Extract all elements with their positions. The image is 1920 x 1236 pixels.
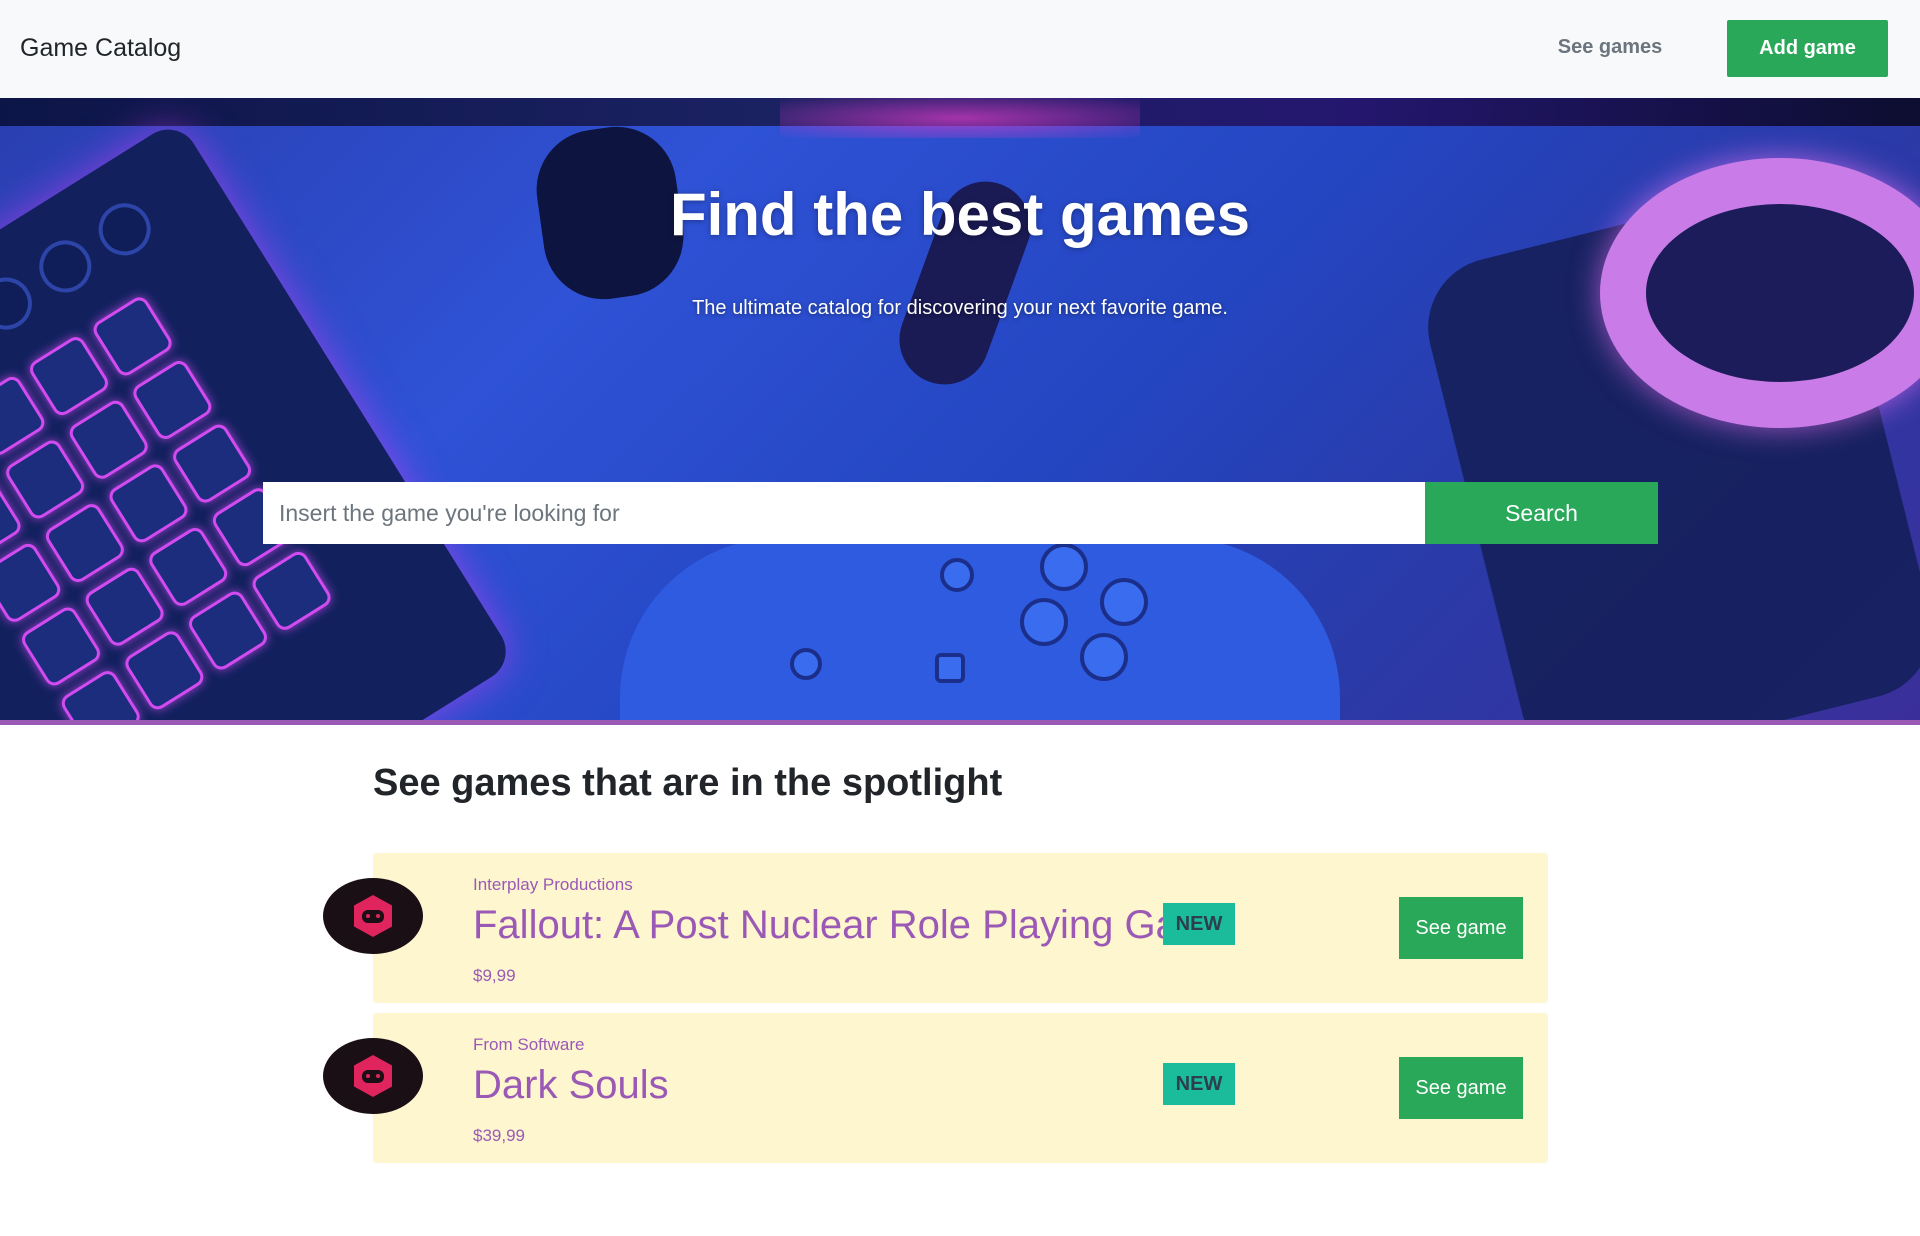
controller-button bbox=[790, 648, 822, 680]
add-game-button[interactable]: Add game bbox=[1727, 20, 1888, 77]
keyboard-key bbox=[169, 420, 255, 507]
game-price: $39,99 bbox=[473, 1126, 525, 1145]
controller-button bbox=[1020, 598, 1068, 646]
spotlight-title: See games that are in the spotlight bbox=[373, 762, 1003, 804]
search-input[interactable] bbox=[263, 482, 1425, 544]
keyboard-key bbox=[248, 548, 335, 634]
hero-banner: Find the best games The ultimate catalog… bbox=[0, 98, 1920, 725]
keyboard-key bbox=[145, 524, 231, 610]
game-price: $9,99 bbox=[473, 966, 516, 985]
see-game-button[interactable]: See game bbox=[1399, 897, 1523, 959]
hero-glow bbox=[780, 98, 1140, 138]
navbar: Game Catalog See games Add game bbox=[0, 0, 1920, 98]
keyboard-key bbox=[26, 333, 112, 419]
game-title: Fallout: A Post Nuclear Role Playing Gam… bbox=[473, 903, 1163, 947]
gamepad-hexagon-icon bbox=[354, 1055, 392, 1097]
keyboard-key bbox=[185, 587, 271, 674]
game-publisher: From Software bbox=[473, 1035, 585, 1054]
game-publisher: Interplay Productions bbox=[473, 875, 633, 894]
new-badge: NEW bbox=[1163, 1063, 1235, 1105]
controller-button bbox=[1080, 633, 1128, 681]
nav-see-games-link[interactable]: See games bbox=[1545, 36, 1675, 59]
keyboard-key bbox=[2, 436, 88, 523]
keyboard-key bbox=[129, 357, 216, 443]
game-card: From Software Dark Souls $39,99 NEW See … bbox=[323, 1013, 1548, 1163]
keyboard-key bbox=[42, 500, 128, 586]
game-avatar bbox=[323, 878, 423, 954]
search-button[interactable]: Search bbox=[1425, 482, 1658, 544]
controller-button bbox=[940, 558, 974, 592]
keyboard-key bbox=[18, 603, 104, 690]
brand-link[interactable]: Game Catalog bbox=[20, 34, 181, 63]
controller-illustration bbox=[620, 538, 1340, 725]
game-title: Dark Souls bbox=[473, 1063, 669, 1107]
hero-subtitle: The ultimate catalog for discovering you… bbox=[692, 297, 1228, 319]
controller-button bbox=[1100, 578, 1148, 626]
keyboard-key bbox=[105, 460, 192, 547]
controller-button bbox=[935, 653, 965, 683]
see-game-button[interactable]: See game bbox=[1399, 1057, 1523, 1119]
game-card: Interplay Productions Fallout: A Post Nu… bbox=[323, 853, 1548, 1003]
gamepad-hexagon-icon bbox=[354, 895, 392, 937]
new-badge: NEW bbox=[1163, 903, 1235, 945]
controller-button bbox=[1040, 543, 1088, 591]
keyboard-key bbox=[66, 397, 152, 483]
game-avatar bbox=[323, 1038, 423, 1114]
keyboard-key bbox=[121, 627, 208, 714]
keyboard-key bbox=[81, 563, 168, 650]
hero-divider bbox=[0, 720, 1920, 725]
hero-title: Find the best games bbox=[669, 181, 1251, 248]
